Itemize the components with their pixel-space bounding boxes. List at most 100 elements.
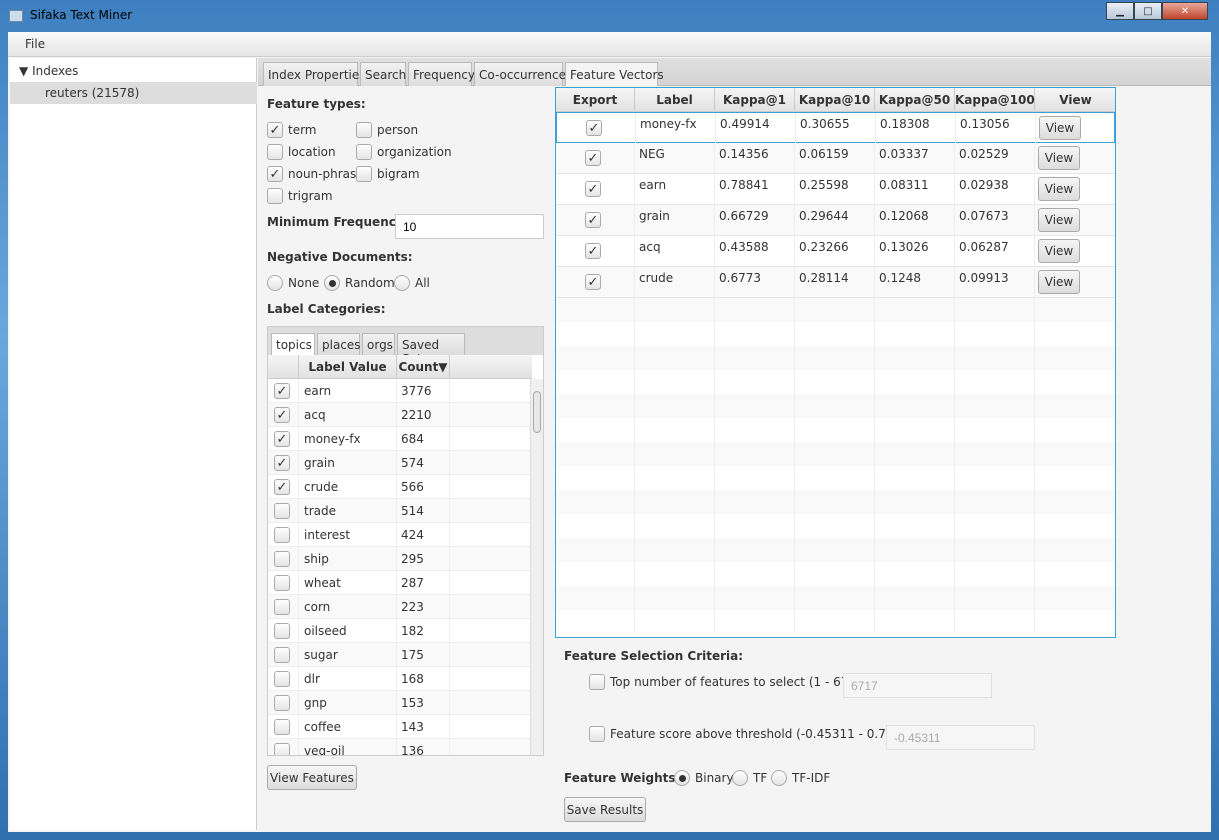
export-checkbox[interactable]: ✓ <box>585 150 601 166</box>
label-row[interactable]: corn 223 <box>268 595 532 619</box>
checkbox[interactable]: ✓ <box>267 166 283 182</box>
maximize-button[interactable]: □ <box>1134 2 1162 20</box>
label-checkbox[interactable] <box>274 647 290 663</box>
negative-docs-random[interactable]: Random <box>324 275 395 291</box>
radio-button[interactable] <box>267 275 283 291</box>
feature-type-trigram[interactable]: trigram <box>267 188 333 204</box>
col-label[interactable]: Label <box>635 88 715 112</box>
label-row[interactable]: ✓ earn 3776 <box>268 379 532 403</box>
feature-row[interactable]: ✓ NEG 0.14356 0.06159 0.03337 0.02529 View <box>556 143 1115 174</box>
label-checkbox[interactable] <box>274 695 290 711</box>
tab-index-properties[interactable]: Index Properties <box>263 62 366 86</box>
label-checkbox[interactable] <box>274 719 290 735</box>
export-checkbox[interactable]: ✓ <box>585 212 601 228</box>
threshold-checkbox[interactable] <box>589 726 605 742</box>
label-row[interactable]: wheat 287 <box>268 571 532 595</box>
feature-row[interactable]: ✓ crude 0.6773 0.28114 0.1248 0.09913 View <box>556 267 1115 298</box>
view-button[interactable]: View <box>1038 270 1080 294</box>
label-checkbox[interactable] <box>274 503 290 519</box>
label-checkbox[interactable] <box>274 623 290 639</box>
radio-button[interactable] <box>324 275 340 291</box>
col-kappa-at-50[interactable]: Kappa@50 <box>875 88 955 112</box>
feature-type-organization[interactable]: organization <box>356 144 452 160</box>
label-row[interactable]: ✓ crude 566 <box>268 475 532 499</box>
label-row[interactable]: coffee 143 <box>268 715 532 739</box>
label-tab-orgs[interactable]: orgs <box>362 333 395 355</box>
feature-row[interactable]: ✓ money-fx 0.49914 0.30655 0.18308 0.13056 Vie… <box>556 112 1115 144</box>
negative-docs-none[interactable]: None <box>267 275 319 291</box>
tree-item-reuters[interactable]: reuters (21578) <box>10 82 257 104</box>
label-row[interactable]: oilseed 182 <box>268 619 532 643</box>
radio-button[interactable] <box>674 770 690 786</box>
label-row[interactable]: dlr 168 <box>268 667 532 691</box>
label-checkbox[interactable] <box>274 575 290 591</box>
top-features-checkbox[interactable] <box>589 674 605 690</box>
feature-type-noun-phrase[interactable]: ✓ noun-phrase <box>267 166 364 182</box>
label-checkbox[interactable] <box>274 599 290 615</box>
feature-type-bigram[interactable]: bigram <box>356 166 420 182</box>
feature-weight-binary[interactable]: Binary <box>674 770 734 786</box>
col-count[interactable]: Count▼ <box>397 355 450 379</box>
tab-search[interactable]: Search <box>360 62 406 86</box>
tab-feature-vectors[interactable]: Feature Vectors <box>565 62 664 86</box>
label-checkbox[interactable]: ✓ <box>274 383 290 399</box>
save-results-button[interactable]: Save Results <box>564 797 646 822</box>
min-frequency-input[interactable] <box>395 214 544 239</box>
expand-triangle-icon[interactable]: ▼ <box>19 64 28 78</box>
label-tab-saved-sets[interactable]: Saved Sets <box>397 333 465 366</box>
minimize-button[interactable]: ▁ <box>1106 2 1134 20</box>
menu-file[interactable]: File <box>25 37 45 51</box>
checkbox[interactable] <box>356 122 372 138</box>
col-export[interactable]: Export <box>556 88 635 112</box>
label-row[interactable]: ✓ grain 574 <box>268 451 532 475</box>
view-button[interactable]: View <box>1038 146 1080 170</box>
threshold-input[interactable] <box>886 725 1035 750</box>
view-features-button[interactable]: View Features <box>267 765 357 790</box>
feature-type-location[interactable]: location <box>267 144 336 160</box>
checkbox[interactable] <box>267 144 283 160</box>
label-row[interactable]: trade 514 <box>268 499 532 523</box>
export-checkbox[interactable]: ✓ <box>585 181 601 197</box>
label-checkbox[interactable] <box>274 527 290 543</box>
checkbox[interactable] <box>267 188 283 204</box>
col-label-value[interactable]: Label Value <box>299 355 397 379</box>
feature-type-person[interactable]: person <box>356 122 418 138</box>
feature-row[interactable]: ✓ acq 0.43588 0.23266 0.13026 0.06287 View <box>556 236 1115 267</box>
label-row[interactable]: sugar 175 <box>268 643 532 667</box>
feature-type-term[interactable]: ✓ term <box>267 122 317 138</box>
col-kappa-at-1[interactable]: Kappa@1 <box>715 88 795 112</box>
label-row[interactable]: ship 295 <box>268 547 532 571</box>
label-checkbox[interactable]: ✓ <box>274 431 290 447</box>
tree-root-indexes[interactable]: ▼ Indexes <box>19 64 78 78</box>
feature-weight-tf[interactable]: TF <box>732 770 767 786</box>
export-checkbox[interactable]: ✓ <box>586 120 602 136</box>
radio-button[interactable] <box>394 275 410 291</box>
label-row[interactable]: ✓ money-fx 684 <box>268 427 532 451</box>
top-features-input[interactable] <box>843 673 992 698</box>
export-checkbox[interactable]: ✓ <box>585 274 601 290</box>
label-tab-places[interactable]: places <box>317 333 361 355</box>
scroll-thumb[interactable] <box>533 391 541 433</box>
tab-co-occurrence[interactable]: Co-occurrence <box>474 62 566 86</box>
label-row[interactable]: interest 424 <box>268 523 532 547</box>
checkbox[interactable] <box>356 166 372 182</box>
label-checkbox[interactable]: ✓ <box>274 479 290 495</box>
view-button[interactable]: View <box>1038 208 1080 232</box>
feature-weight-tf-idf[interactable]: TF-IDF <box>771 770 830 786</box>
label-checkbox[interactable] <box>274 551 290 567</box>
export-checkbox[interactable]: ✓ <box>585 243 601 259</box>
radio-button[interactable] <box>732 770 748 786</box>
col-kappa-at-10[interactable]: Kappa@10 <box>795 88 875 112</box>
close-button[interactable]: ✕ <box>1162 2 1208 20</box>
feature-row[interactable]: ✓ earn 0.78841 0.25598 0.08311 0.02938 View <box>556 174 1115 205</box>
label-row[interactable]: ✓ acq 2210 <box>268 403 532 427</box>
radio-button[interactable] <box>771 770 787 786</box>
label-checkbox[interactable] <box>274 743 290 755</box>
tab-frequency[interactable]: Frequency <box>408 62 475 86</box>
feature-row[interactable]: ✓ grain 0.66729 0.29644 0.12068 0.07673 View <box>556 205 1115 236</box>
label-checkbox[interactable] <box>274 671 290 687</box>
view-button[interactable]: View <box>1038 177 1080 201</box>
checkbox[interactable] <box>356 144 372 160</box>
label-row[interactable]: gnp 153 <box>268 691 532 715</box>
view-button[interactable]: View <box>1038 239 1080 263</box>
